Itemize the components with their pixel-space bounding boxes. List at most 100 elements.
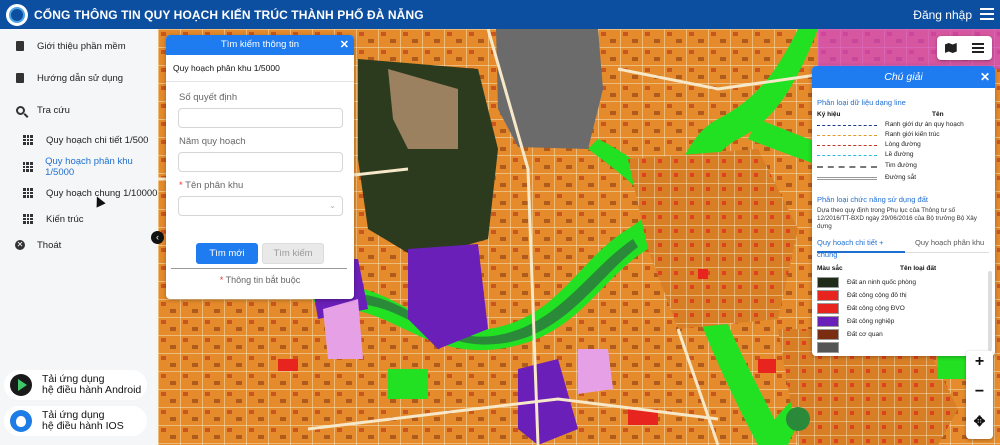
- col-color: Màu sắc: [817, 265, 843, 272]
- land-type-row: Đất công cộng ĐVO: [817, 303, 982, 315]
- legend-title: Chú giải: [884, 71, 923, 83]
- login-link[interactable]: Đăng nhập: [913, 8, 972, 22]
- color-swatch: [817, 303, 839, 314]
- sidebar-item-lookup[interactable]: Tra cứu: [0, 99, 70, 121]
- line-name: Ranh giới kiến trúc: [885, 131, 940, 138]
- legend-header: Chú giải ✕: [812, 66, 995, 88]
- col-name: Tên: [932, 111, 944, 118]
- line-sample: [817, 125, 877, 126]
- close-icon[interactable]: ✕: [340, 35, 349, 55]
- line-sample: [817, 155, 877, 156]
- sidebar-item-guide[interactable]: Hướng dẫn sử dụng: [0, 67, 123, 89]
- sidebar-item-label: Quy hoạch chi tiết 1/500: [46, 134, 149, 146]
- land-type-row: Đất công cộng đô thị: [817, 290, 982, 302]
- plan-year-input[interactable]: [178, 152, 343, 172]
- map-layer-toolbar: [937, 36, 992, 60]
- land-type-name: Đất an ninh quốc phòng: [847, 279, 917, 286]
- android-app-button[interactable]: Tải ứng dụng hệ điều hành Android: [4, 370, 147, 400]
- legend-line-row: Tim đường: [817, 162, 987, 171]
- land-type-name: Đất cơ quan: [847, 331, 883, 338]
- hamburger-menu-icon[interactable]: [980, 8, 994, 20]
- zoom-out-button[interactable]: −: [966, 383, 993, 401]
- decision-number-label: Số quyết định: [179, 92, 238, 103]
- sidebar-item-detail-plan[interactable]: Quy hoạch chi tiết 1/500: [0, 129, 148, 151]
- legend-line-row: Ranh giới dự án quy hoạch: [817, 121, 987, 130]
- document-icon: [12, 41, 28, 51]
- line-sample: [817, 135, 877, 136]
- ios-app-button[interactable]: Tải ứng dụng hệ điều hành IOS: [4, 406, 147, 436]
- sidebar-item-general-plan[interactable]: Quy hoạch chung 1/10000: [0, 182, 157, 204]
- color-swatch: [817, 342, 839, 353]
- required-mark: *: [179, 180, 183, 191]
- search-icon: [12, 105, 28, 115]
- line-name: Lòng đường: [885, 141, 921, 148]
- divider: [171, 268, 347, 269]
- tab-detail-general[interactable]: Quy hoạch chi tiết + chung: [817, 237, 905, 259]
- app-logo[interactable]: [6, 3, 28, 26]
- sidebar-item-label: Quy hoạch chung 1/10000: [46, 187, 158, 199]
- android-app-label: Tải ứng dụng hệ điều hành Android: [42, 374, 141, 396]
- search-panel-header: Tìm kiếm thông tin ✕: [166, 35, 354, 55]
- grid-icon: [20, 214, 36, 224]
- grid-icon: [20, 162, 35, 172]
- line-name: Lề đường: [885, 151, 914, 158]
- line-sample: [817, 166, 877, 168]
- required-note: * Thông tin bắt buộc: [166, 275, 354, 285]
- close-icon[interactable]: ✕: [980, 66, 990, 88]
- app-title: CỔNG THÔNG TIN QUY HOẠCH KIẾN TRÚC THÀNH…: [34, 7, 424, 22]
- new-search-button[interactable]: Tìm mới: [196, 243, 258, 264]
- divider: [166, 81, 354, 82]
- zoom-in-button[interactable]: +: [966, 353, 993, 371]
- sidebar-item-label: Giới thiệu phần mềm: [37, 40, 126, 52]
- zoom-controls: + − ✥: [966, 351, 993, 439]
- tab-zoning[interactable]: Quy hoạch phân khu: [915, 237, 984, 253]
- decision-number-input[interactable]: [178, 108, 343, 128]
- line-name: Đường sắt: [885, 174, 917, 181]
- land-type-name: Đất công nghiệp: [847, 318, 895, 325]
- legend-line-row: Lòng đường: [817, 141, 987, 150]
- sidebar-item-label: Hướng dẫn sử dụng: [37, 72, 124, 84]
- zone-name-select[interactable]: ⌄: [178, 196, 343, 216]
- grid-icon: [20, 135, 36, 145]
- document-icon: [12, 73, 28, 83]
- line-name: Tim đường: [885, 162, 917, 169]
- sidebar-item-intro[interactable]: Giới thiệu phần mềm: [0, 35, 126, 57]
- col-symbol: Ký hiệu: [817, 111, 841, 118]
- pan-arrows-icon[interactable]: ✥: [966, 413, 993, 430]
- list-icon[interactable]: [972, 43, 985, 53]
- land-type-row: Đất an ninh quốc phòng: [817, 277, 982, 289]
- land-type-row: Đất cơ quan: [817, 329, 982, 341]
- line-sample: [817, 177, 877, 180]
- color-swatch: [817, 329, 839, 340]
- land-type-name: Đất công cộng đô thị: [847, 292, 907, 299]
- ios-app-label: Tải ứng dụng hệ điều hành IOS: [42, 410, 124, 432]
- legend-scrollbar[interactable]: [988, 271, 992, 351]
- android-app-line2: hệ điều hành Android: [42, 384, 142, 396]
- sidebar-item-label: Thoát: [37, 239, 62, 251]
- plan-year-label: Năm quy hoạch: [179, 136, 246, 147]
- search-panel-subtitle: Quy hoạch phân khu 1/5000: [173, 63, 280, 73]
- color-swatch: [817, 290, 839, 301]
- required-mark: *: [219, 275, 224, 285]
- required-note-text: Thông tin bắt buộc: [225, 275, 301, 285]
- sidebar-item-exit[interactable]: ✕ Thoát: [0, 234, 61, 256]
- legend-line-row: Đường sắt: [817, 174, 987, 183]
- line-section-title: Phân loại dữ liệu dạng line: [817, 98, 906, 107]
- ios-app-line2: hệ điều hành IOS: [42, 420, 124, 432]
- sidebar-item-architecture[interactable]: Kiến trúc: [0, 208, 84, 230]
- color-swatch: [817, 277, 839, 288]
- grid-icon: [20, 188, 36, 198]
- search-button[interactable]: Tìm kiếm: [262, 243, 324, 264]
- legend-panel: Chú giải ✕ Phân loại dữ liệu dạng line K…: [812, 66, 995, 356]
- collapse-sidebar-icon[interactable]: ‹: [151, 231, 164, 244]
- search-panel-title: Tìm kiếm thông tin: [220, 39, 300, 50]
- map-icon[interactable]: [944, 43, 957, 53]
- color-swatch: [817, 316, 839, 327]
- line-sample: [817, 145, 877, 146]
- apple-icon: [10, 410, 32, 432]
- land-type-name: Đất công cộng ĐVO: [847, 305, 905, 312]
- legend-line-row: Ranh giới kiến trúc: [817, 131, 987, 140]
- sidebar-item-label: Kiến trúc: [46, 213, 84, 225]
- legend-line-row: Lề đường: [817, 151, 987, 160]
- sidebar-item-zoning-plan[interactable]: Quy hoạch phân khu 1/5000: [0, 156, 158, 178]
